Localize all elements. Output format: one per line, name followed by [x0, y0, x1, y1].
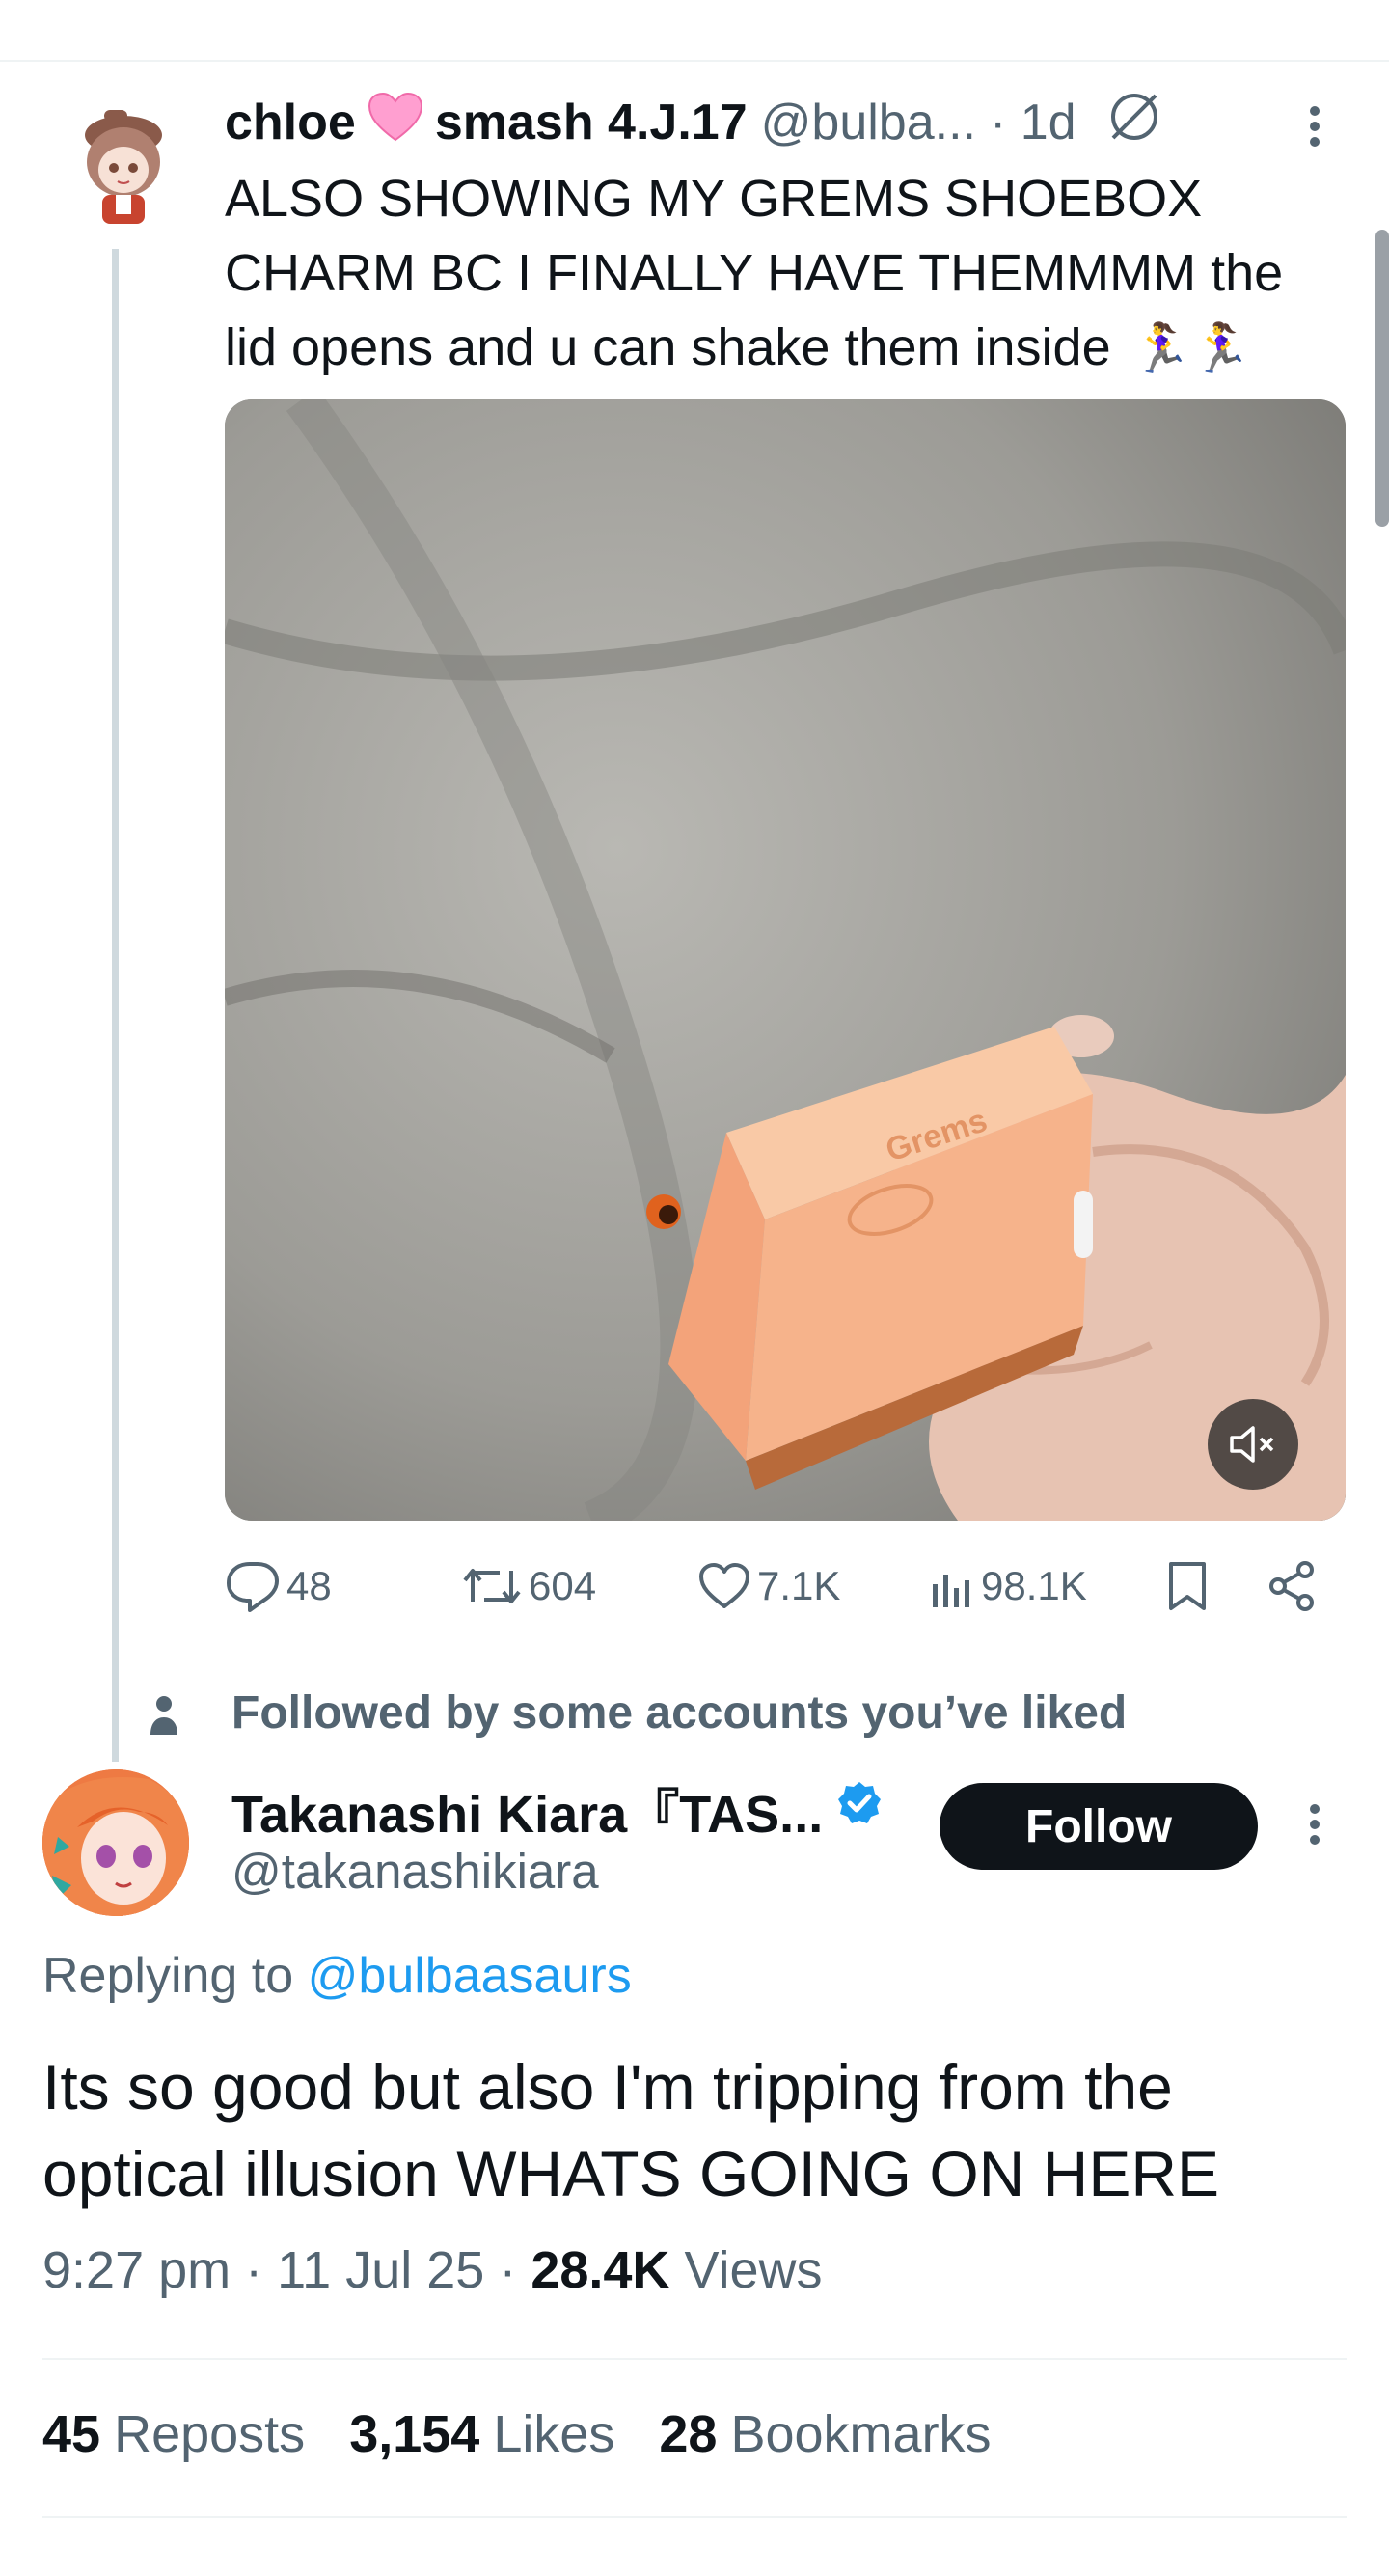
likes-count: 3,154 — [349, 2405, 480, 2463]
reposts-label: Reposts — [114, 2405, 306, 2463]
timestamp[interactable]: · 1d — [990, 94, 1076, 151]
reply-icon — [227, 1562, 279, 1612]
tweet-date[interactable]: 11 Jul 25 — [277, 2241, 484, 2299]
tweet1-header: chloe smash 4.J.17 @bulba... · 1d — [225, 91, 1163, 154]
bookmarks-stat[interactable]: 28 Bookmarks — [659, 2404, 991, 2464]
repost-button[interactable]: 604 — [461, 1555, 596, 1617]
views-count: 28.4K — [531, 2241, 670, 2299]
views-label: Views — [684, 2241, 823, 2299]
display-name-suffix[interactable]: smash 4.J.17 — [435, 94, 748, 151]
bookmarks-count: 28 — [659, 2405, 718, 2463]
divider — [42, 2516, 1347, 2518]
tweet-time[interactable]: 9:27 pm — [42, 2241, 231, 2299]
user-handle[interactable]: @takanashikiara — [232, 1843, 599, 1900]
replying-to: Replying to @bulbaasaurs — [42, 1947, 632, 2005]
scrollbar-thumb[interactable] — [1375, 230, 1389, 527]
thread-line — [112, 249, 119, 1762]
bookmark-icon — [1169, 1562, 1206, 1610]
person-icon — [145, 1694, 183, 1748]
like-icon — [699, 1563, 749, 1608]
video-media[interactable]: Grems — [225, 399, 1346, 1521]
bookmarks-label: Bookmarks — [730, 2405, 992, 2463]
repost-icon — [463, 1569, 521, 1603]
divider — [42, 2358, 1347, 2360]
avatar-takanashi-kiara[interactable] — [42, 1769, 189, 1916]
engagement-stats: 45 Reposts 3,154 Likes 28 Bookmarks — [42, 2404, 992, 2464]
replying-prefix: Replying to — [42, 1948, 294, 2004]
more-icon[interactable] — [1304, 100, 1325, 154]
like-count: 7.1K — [757, 1563, 841, 1608]
social-context-text: Followed by some accounts you’ve liked — [232, 1686, 1128, 1739]
like-button[interactable]: 7.1K — [697, 1555, 840, 1617]
unlisted-icon — [1105, 90, 1163, 156]
tweet1-text: ALSO SHOWING MY GREMS SHOEBOX CHARM BC I… — [225, 162, 1334, 386]
share-icon — [1269, 1561, 1314, 1611]
tweet-meta: 9:27 pm · 11 Jul 25 · 28.4K Views — [42, 2240, 823, 2300]
likes-stat[interactable]: 3,154 Likes — [349, 2404, 614, 2464]
reply-count: 48 — [286, 1563, 332, 1608]
mute-icon — [1230, 1426, 1274, 1463]
reposts-count: 45 — [42, 2405, 101, 2463]
running-emoji-icon: 🏃‍♀️🏃‍♀️ — [1130, 321, 1252, 375]
reply-button[interactable]: 48 — [225, 1555, 332, 1617]
tweet2-header: Takanashi Kiara『TAS... — [232, 1777, 883, 1844]
follow-button[interactable]: Follow — [940, 1783, 1258, 1870]
more-icon[interactable] — [1304, 1798, 1325, 1852]
likes-label: Likes — [493, 2405, 615, 2463]
top-divider — [0, 60, 1389, 62]
social-context: Followed by some accounts you’ve liked — [145, 1681, 1127, 1744]
reposts-stat[interactable]: 45 Reposts — [42, 2404, 305, 2464]
user-handle[interactable]: @bulba... — [761, 94, 976, 151]
share-button[interactable] — [1266, 1555, 1324, 1617]
display-name[interactable]: chloe — [225, 94, 356, 151]
separator-dot: · — [245, 2241, 278, 2299]
mute-button[interactable] — [1208, 1399, 1298, 1490]
verified-badge-icon[interactable] — [836, 1779, 883, 1839]
bookmark-button[interactable] — [1165, 1555, 1215, 1617]
pink-heart-emoji-icon — [368, 92, 423, 154]
views-count: 98.1K — [981, 1563, 1087, 1608]
views-icon — [933, 1575, 969, 1607]
tweet2-text: Its so good but also I'm tripping from t… — [42, 2051, 1220, 2209]
replying-handle-link[interactable]: @bulbaasaurs — [308, 1948, 632, 2004]
tweet1-body: ALSO SHOWING MY GREMS SHOEBOX CHARM BC I… — [225, 170, 1284, 376]
avatar-chloe[interactable] — [75, 106, 172, 230]
tweet1-action-bar: 48 604 7.1K 98.1K — [225, 1555, 1324, 1617]
views-button[interactable]: 98.1K — [929, 1555, 1087, 1617]
separator-dot: · — [499, 2241, 531, 2299]
display-name[interactable]: Takanashi Kiara『TAS... — [232, 1771, 823, 1848]
repost-count: 604 — [529, 1563, 597, 1608]
